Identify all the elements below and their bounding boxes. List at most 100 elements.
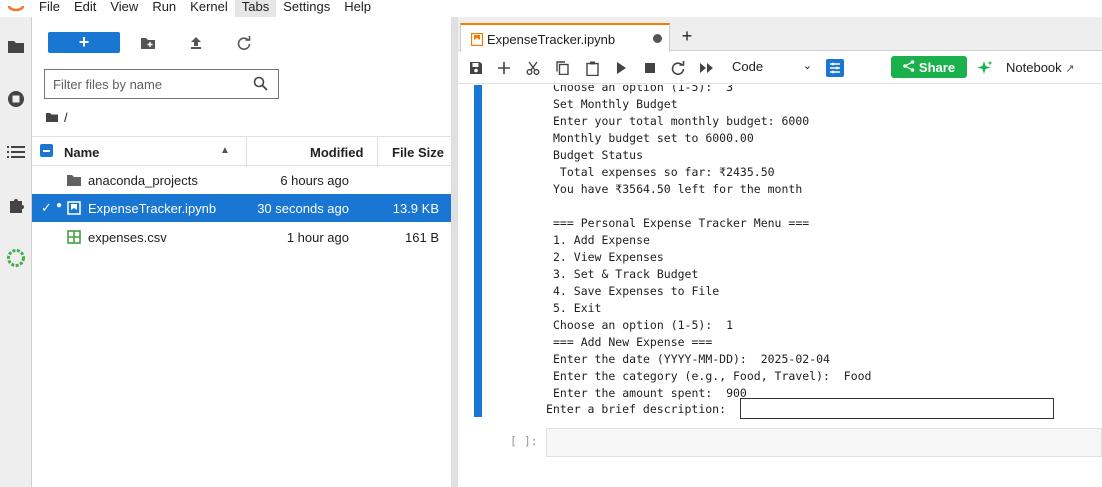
file-size: 13.9 KB [392,201,439,216]
activity-bar [0,17,32,487]
save-icon[interactable] [467,59,485,77]
folder-icon [66,172,82,188]
restart-icon[interactable] [669,59,687,77]
file-name: ExpenseTracker.ipynb [88,201,217,216]
anaconda-ring-icon[interactable] [0,246,32,270]
output-line: You have ₹3564.50 left for the month [553,182,803,196]
sort-ascending-icon[interactable]: ▲ [220,145,230,156]
new-folder-icon[interactable] [139,34,157,52]
upload-icon[interactable] [187,34,205,52]
menu-bar: File Edit View Run Kernel Tabs Settings … [0,0,1102,17]
stop-icon[interactable] [641,59,659,77]
next-cell-editor[interactable] [546,428,1102,457]
running-icon[interactable] [0,87,32,111]
menu-edit[interactable]: Edit [67,0,103,17]
checkmark-icon[interactable]: ✓ [41,200,52,216]
output-line: Monthly budget set to 6000.00 [553,131,754,145]
output-line: Choose an option (1-5): 1 [553,318,734,332]
breadcrumb: / [46,109,68,125]
file-filter-input[interactable] [53,76,243,92]
panel-splitter[interactable] [451,17,458,487]
next-cell-prompt: [ ]: [510,434,538,448]
notebook-toolbar: Code ⌄ Share Notebook ↗ [458,52,1102,84]
file-row-expensetracker[interactable]: ✓ ● ExpenseTracker.ipynb 30 seconds ago … [32,194,451,222]
spreadsheet-icon [66,229,82,245]
notebook-open-link[interactable]: Notebook ↗ [1006,60,1075,75]
menu-file[interactable]: File [32,0,67,17]
stdin-row: Enter a brief description: [546,398,1054,419]
output-line: 3. Set & Track Budget [553,267,699,281]
menu-run[interactable]: Run [145,0,183,17]
cell-type-value: Code [732,59,764,74]
breadcrumb-folder-icon[interactable] [46,110,58,125]
output-line: 1. Add Expense [553,233,650,247]
active-cell-indicator[interactable] [474,85,482,417]
search-icon [253,76,268,94]
folder-icon[interactable] [0,34,32,58]
property-inspector-icon[interactable] [826,59,844,77]
menu-tabs[interactable]: Tabs [234,0,277,17]
stdin-prompt: Enter a brief description: [546,401,733,416]
select-all-checkbox[interactable] [40,144,53,157]
output-line: Total expenses so far: ₹2435.50 [553,165,775,179]
file-browser-toolbar: + [32,17,451,67]
run-icon[interactable] [612,59,630,77]
insert-cell-icon[interactable] [495,59,513,77]
chevron-down-icon: ⌄ [802,60,812,72]
listing-header: Name ▲ Modified File Size [32,136,451,167]
breadcrumb-root[interactable]: / [64,110,68,125]
file-size: 161 B [405,230,439,245]
notebook-label: Notebook [1006,60,1062,75]
copy-icon[interactable] [553,59,571,77]
menu-settings[interactable]: Settings [276,0,337,17]
output-line: 2. View Expenses [553,250,664,264]
output-line: Enter your total monthly budget: 6000 [553,114,810,128]
new-launcher-button[interactable]: + [48,32,120,53]
column-file-size[interactable]: File Size [392,145,444,160]
output-line: Set Monthly Budget [553,97,678,111]
tab-expensetracker[interactable]: ExpenseTracker.ipynb [460,23,670,52]
tab-bar: ExpenseTracker.ipynb + [458,17,1102,52]
tab-label: ExpenseTracker.ipynb [487,32,616,47]
output-line: Budget Status [553,148,644,162]
running-dot-icon: ● [56,200,63,211]
cell-output-text: Choose an option (1-5): 3 Set Monthly Bud… [553,85,872,402]
cut-icon[interactable] [524,59,542,77]
share-label: Share [918,59,956,75]
share-icon [903,59,915,75]
output-line: Choose an option (1-5): 3 [553,85,734,94]
paste-icon[interactable] [583,59,601,77]
stdin-input[interactable] [739,398,1054,419]
jupyter-logo-icon [0,0,32,17]
file-row-anaconda-projects[interactable]: anaconda_projects 6 hours ago [32,166,451,194]
unsaved-dot-icon[interactable] [653,34,662,43]
file-modified: 6 hours ago [280,173,349,188]
share-button[interactable]: Share [891,56,967,78]
column-divider[interactable] [246,137,247,167]
column-divider[interactable] [377,137,378,167]
menu-help[interactable]: Help [337,0,378,17]
add-tab-button[interactable]: + [676,26,698,48]
table-of-contents-icon[interactable] [0,140,32,164]
cell-type-select[interactable]: Code ⌄ [732,59,814,77]
external-link-icon: ↗ [1065,63,1075,75]
fast-forward-icon[interactable] [698,59,716,77]
column-name[interactable]: Name [64,145,99,160]
output-line: === Add New Expense === [553,335,713,349]
notebook-icon [66,200,82,216]
file-filter-field[interactable] [44,69,279,99]
file-name: anaconda_projects [88,173,198,188]
column-modified[interactable]: Modified [310,145,363,160]
file-browser-panel: + / Name ▲ Modified File Size [32,17,451,487]
file-modified: 30 seconds ago [257,201,349,216]
notebook-panel: ExpenseTracker.ipynb + Code ⌄ Share Note… [458,17,1102,487]
menu-kernel[interactable]: Kernel [183,0,235,17]
menu-view[interactable]: View [103,0,145,17]
file-modified: 1 hour ago [286,230,349,245]
refresh-icon[interactable] [235,34,253,52]
output-line: 5. Exit [553,301,602,315]
file-row-expenses-csv[interactable]: expenses.csv 1 hour ago 161 B [32,223,451,251]
ai-sparkle-icon[interactable] [976,59,994,77]
extension-puzzle-icon[interactable] [0,193,32,217]
